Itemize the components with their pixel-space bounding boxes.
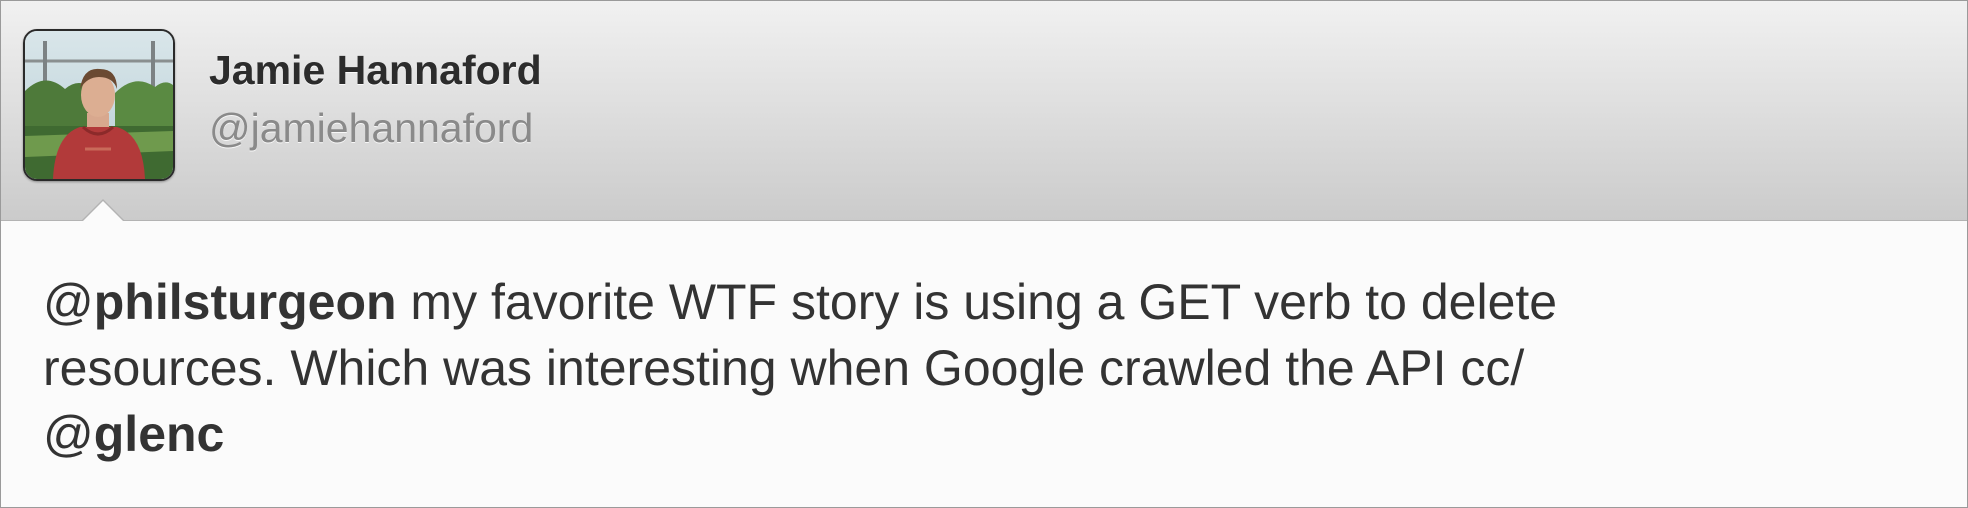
mention-name: glenc — [93, 406, 225, 462]
mention-link-glenc[interactable]: @glenc — [43, 406, 224, 462]
mention-at-symbol: @ — [43, 406, 94, 462]
tweet-text-segment: my favorite WTF story is using a GET ver… — [396, 274, 1558, 330]
tweet-header: Jamie Hannaford @jamiehannaford — [1, 1, 1967, 221]
tweet-card: Jamie Hannaford @jamiehannaford @philstu… — [0, 0, 1968, 508]
tweet-text: @philsturgeon my favorite WTF story is u… — [43, 269, 1923, 467]
tweet-text-segment: resources. Which was interesting when Go… — [43, 340, 1525, 396]
mention-link-philsturgeon[interactable]: @philsturgeon — [43, 274, 397, 330]
author-handle[interactable]: @jamiehannaford — [209, 105, 533, 152]
profile-photo-icon — [25, 31, 173, 179]
tweet-line-3: @glenc — [43, 401, 1923, 467]
mention-name: philsturgeon — [93, 274, 397, 330]
header-pointer — [83, 201, 123, 221]
avatar[interactable] — [23, 29, 175, 181]
tweet-line-2: resources. Which was interesting when Go… — [43, 335, 1923, 401]
tweet-line-1: @philsturgeon my favorite WTF story is u… — [43, 269, 1923, 335]
author-display-name[interactable]: Jamie Hannaford — [209, 47, 542, 94]
mention-at-symbol: @ — [43, 274, 94, 330]
